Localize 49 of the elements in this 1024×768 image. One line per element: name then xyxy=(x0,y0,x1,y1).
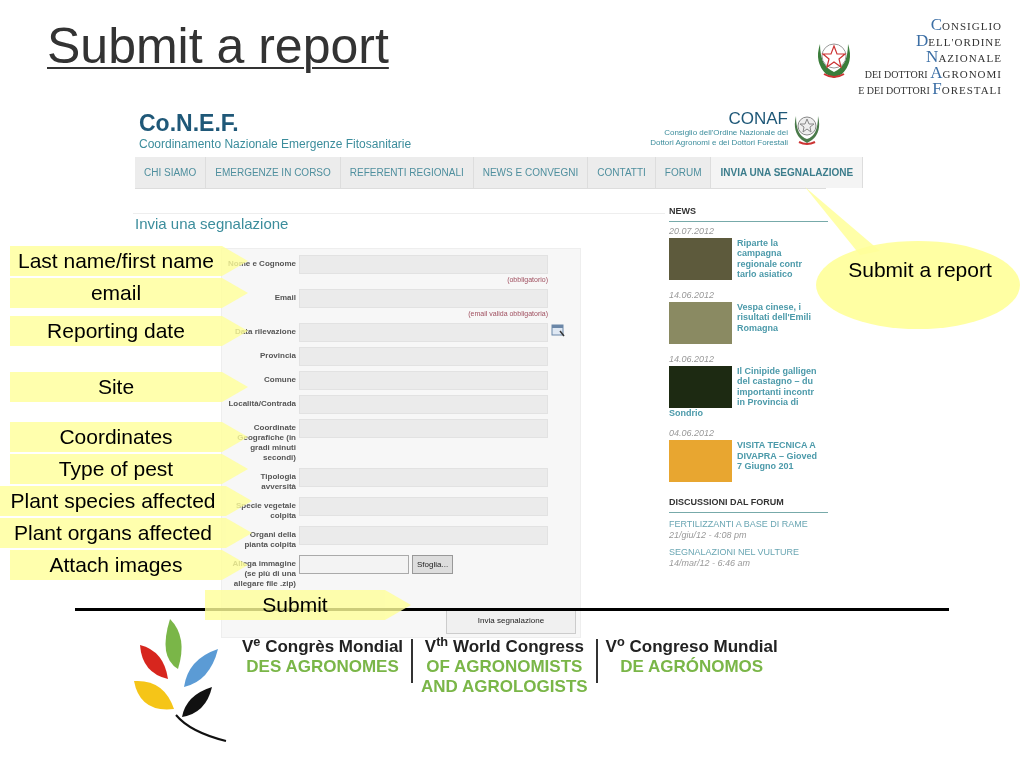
partner-name: CONAF xyxy=(728,110,788,128)
congress-title: V$^{o}$ Congreso Mundial xyxy=(605,637,778,657)
news-date: 14.06.2012 xyxy=(668,289,715,301)
congress-title: V$^{th}$ World Congress xyxy=(424,637,584,657)
site-tagline: Coordinamento Nazionale Emergenze Fitosanitarie xyxy=(139,136,412,152)
news-date: 20.07.2012 xyxy=(668,225,715,237)
congress-title: V$^{e}$ Congrès Mondial xyxy=(242,637,404,657)
nav-tab[interactable]: CONTATTI xyxy=(588,157,656,188)
logo-text-line: CONSIGLIO xyxy=(930,18,1002,34)
slide-title: Submit a report xyxy=(47,17,389,76)
forum-link[interactable]: FERTILIZZANTI A BASE DI RAME xyxy=(668,518,828,530)
logo-text-line: DELL'ORDINE xyxy=(916,34,1002,50)
logo-text-line: NAZIONALE xyxy=(926,50,1002,66)
nav-tab[interactable]: INVIA UNA SEGNALAZIONE xyxy=(711,157,864,188)
news-headline[interactable]: Vespa cinese, i risultati dell'Emili Romagna xyxy=(668,301,823,333)
field-label: Email xyxy=(273,292,296,303)
nav-tab[interactable]: CHI SIAMO xyxy=(135,157,207,188)
forum-link[interactable]: SEGNALAZIONI NEL VULTURE xyxy=(668,546,828,558)
logo-text-line: DEI DOTTORI AGRONOMI xyxy=(864,66,1002,82)
news-headline[interactable]: Il Cinipide galligen del castagno – du importanti incontr in Provincia di Sondrio xyxy=(668,365,823,418)
calendar-icon[interactable] xyxy=(551,323,565,337)
congress-subtitle: OF AGRONOMISTS xyxy=(426,657,583,677)
forum-date: 14/mar/12 - 6:46 am xyxy=(668,557,751,569)
site-brand: Co.N.E.F. xyxy=(139,110,240,136)
photo-placeholder xyxy=(668,301,732,344)
partner-subtitle: Consiglio dell'Ordine Nazionale dei Dottori Agronomi e dei Dottori Forestali xyxy=(650,128,788,148)
nav-tab[interactable]: NEWS E CONVEGNI xyxy=(473,157,589,188)
congress-subtitle: DE AGRÓNOMOS xyxy=(620,657,764,677)
forum-heading: DISCUSSIONI DAL FORUM xyxy=(668,496,828,513)
nav-tab[interactable]: EMERGENZE IN CORSO xyxy=(206,157,341,188)
photo-placeholder xyxy=(668,440,732,482)
news-headline[interactable]: VISITA TECNICA A DIVAPRA – Gioved 7 Giugno 201 xyxy=(668,440,823,472)
nav-tab[interactable]: REFERENTI REGIONALI xyxy=(340,157,474,188)
news-headline[interactable]: Riparte la campagna regionale contr tarlo asiatico xyxy=(668,237,823,280)
news-date: 14.06.2012 xyxy=(668,353,715,365)
photo-placeholder xyxy=(668,365,732,408)
field-label: Provincia xyxy=(259,350,296,361)
news-date: 04.06.2012 xyxy=(668,428,715,439)
forum-date: 21/giu/12 - 4:08 pm xyxy=(668,529,748,541)
field-label: Tipologia avversità xyxy=(259,471,296,492)
logo-text-line: E DEI DOTTORI FORESTALI xyxy=(858,82,1002,98)
field-label: Organi della pianta colpita xyxy=(243,529,296,550)
page-heading: Invia una segnalazione xyxy=(135,214,290,234)
congress-subtitle: AND AGROLOGISTS xyxy=(421,677,588,697)
photo-placeholder xyxy=(668,237,732,280)
congress-subtitle: DES AGRONOMES xyxy=(246,657,399,677)
file-field[interactable] xyxy=(299,555,409,574)
browse-button[interactable]: Sfoglia... xyxy=(412,555,454,574)
field-label: Comune xyxy=(263,374,296,385)
